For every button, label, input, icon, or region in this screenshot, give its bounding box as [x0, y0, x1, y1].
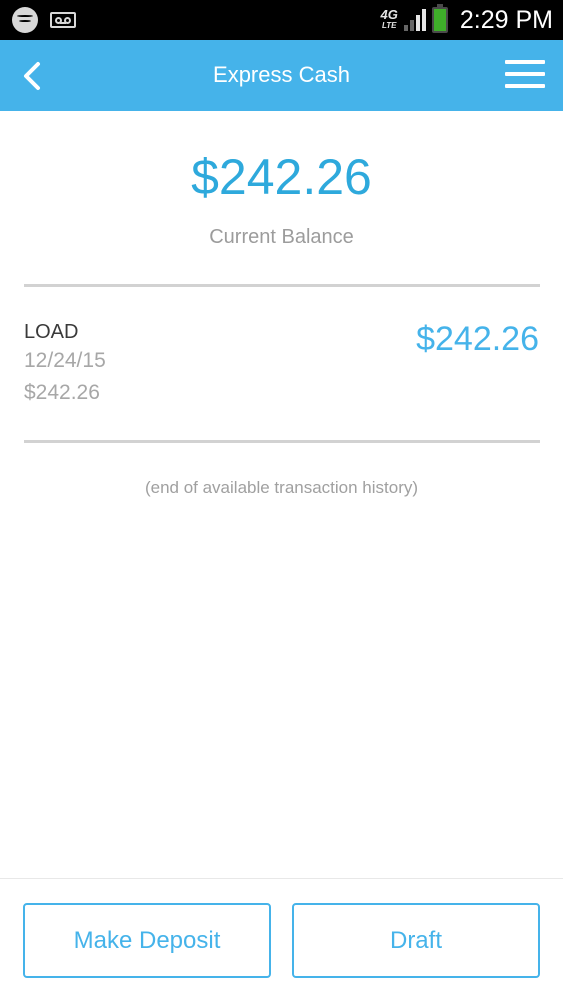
status-bar-right: 4G LTE 2:29 PM: [381, 0, 553, 40]
spotify-icon: [12, 7, 38, 33]
transaction-type: LOAD: [24, 321, 79, 343]
transaction-sub-amount: $242.26: [24, 381, 100, 404]
status-bar: 4G LTE 2:29 PM: [0, 0, 563, 40]
page-title: Express Cash: [213, 62, 350, 87]
make-deposit-button[interactable]: Make Deposit: [23, 903, 271, 978]
hamburger-menu-icon: [505, 60, 545, 88]
app-bar: Express Cash: [0, 40, 563, 111]
4g-lte-icon: 4G LTE: [381, 8, 398, 31]
end-of-history-note: (end of available transaction history): [144, 478, 419, 497]
bottom-divider: [0, 878, 563, 879]
signal-icon: [403, 9, 426, 31]
divider: [24, 284, 540, 287]
draft-button[interactable]: Draft: [292, 903, 540, 978]
status-bar-left: [12, 7, 76, 33]
transaction-amount: $242.26: [416, 320, 539, 358]
battery-icon: [431, 4, 448, 33]
divider: [24, 440, 540, 443]
status-time: 2:29 PM: [459, 5, 553, 34]
network-sub-label: LTE: [381, 21, 397, 30]
menu-button[interactable]: [505, 60, 545, 92]
voicemail-icon: [50, 12, 76, 28]
current-balance-label: Current Balance: [209, 226, 354, 248]
current-balance-amount: $242.26: [191, 149, 372, 205]
transaction-date: 12/24/15: [24, 349, 106, 372]
